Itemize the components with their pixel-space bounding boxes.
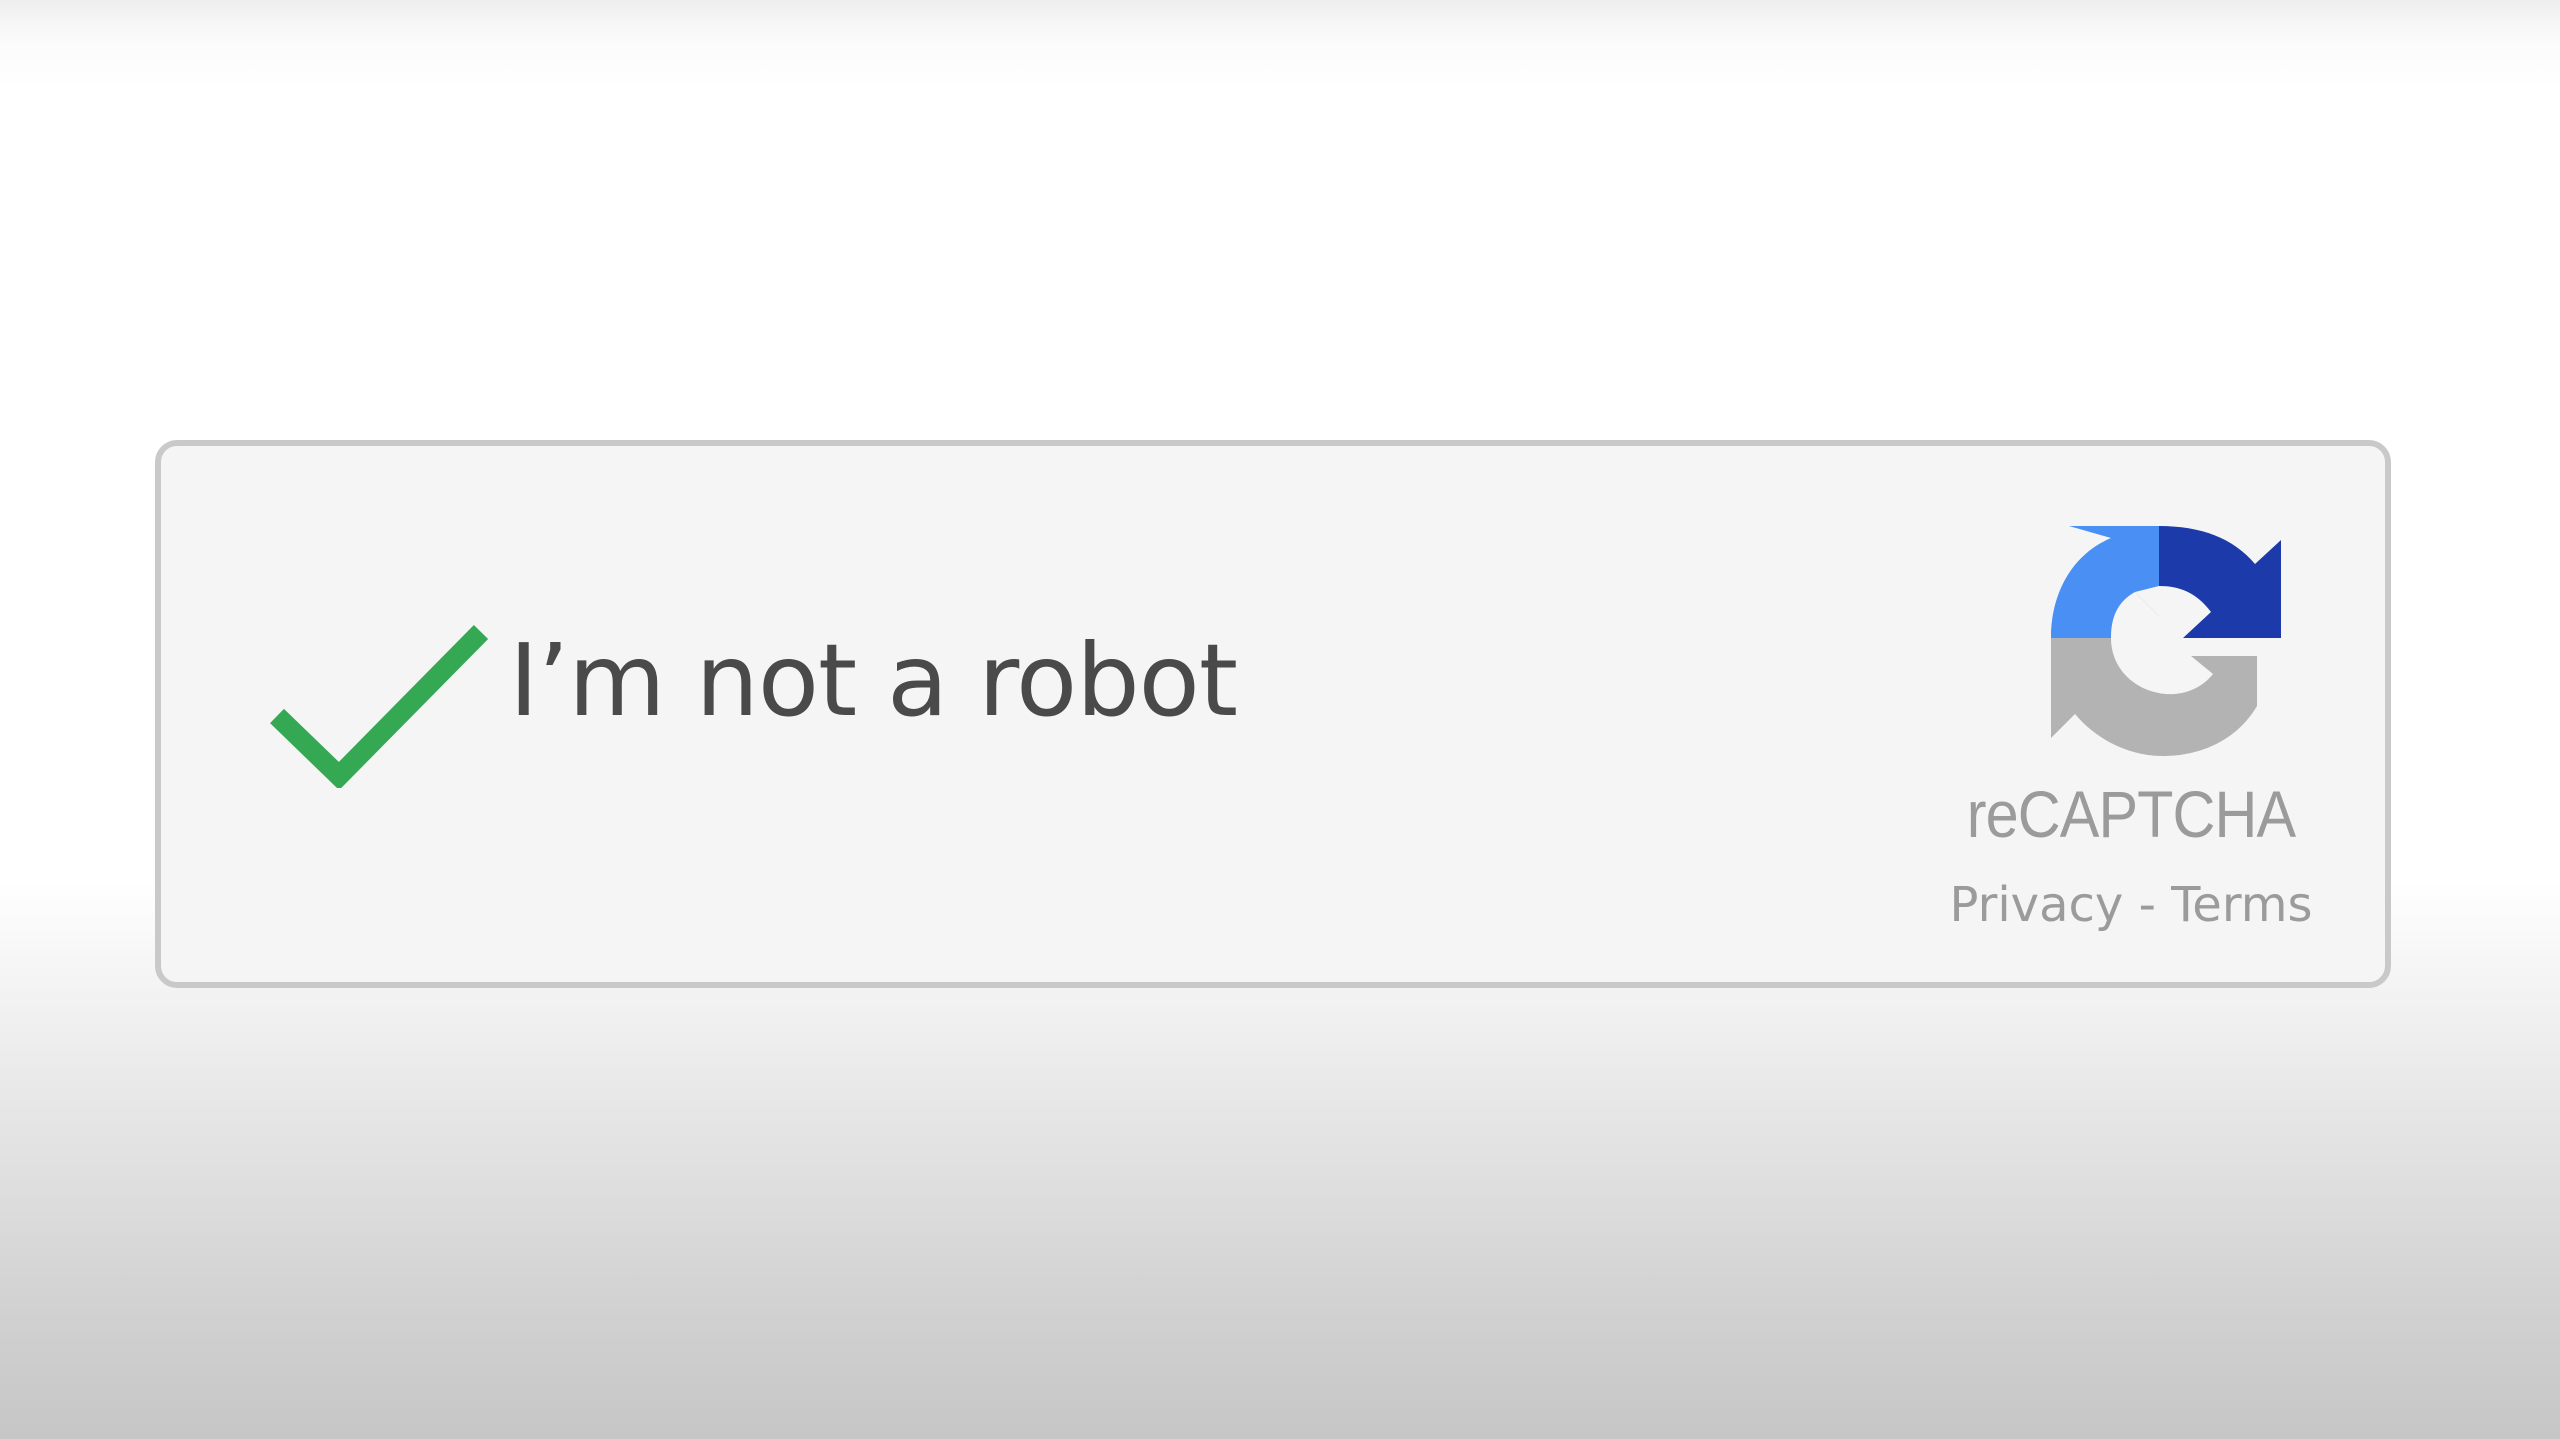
recaptcha-logo-icon: [2051, 526, 2281, 756]
not-robot-label: I’m not a robot: [509, 622, 1238, 739]
privacy-link[interactable]: Privacy: [1950, 877, 2124, 933]
link-separator: -: [2138, 877, 2172, 933]
legal-links: Privacy - Terms: [1911, 881, 2351, 929]
recaptcha-branding: reCAPTCHA Privacy - Terms: [1911, 526, 2351, 966]
recaptcha-widget: I’m not a robot reCAPTCHA Privacy - Term…: [155, 440, 2391, 988]
checkmark-icon[interactable]: [269, 618, 489, 788]
terms-link[interactable]: Terms: [2171, 877, 2312, 933]
recaptcha-brand-name: reCAPTCHA: [1966, 777, 2296, 851]
